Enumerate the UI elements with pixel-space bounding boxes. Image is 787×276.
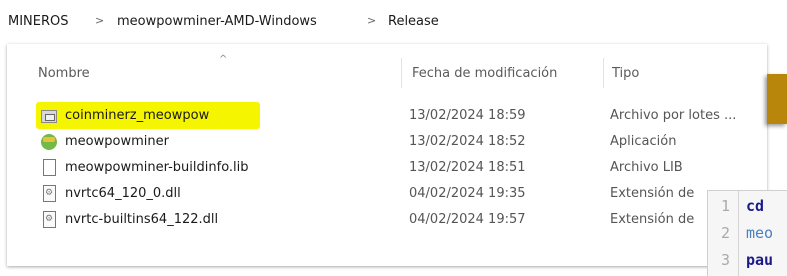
breadcrumb-item-meowpowminer[interactable]: meowpowminer-AMD-Windows	[117, 14, 317, 29]
chevron-right-icon: >	[367, 14, 377, 27]
line-number: 2	[720, 224, 730, 242]
line-number: 3	[720, 251, 730, 269]
chevron-right-icon: >	[95, 14, 105, 27]
column-header-name[interactable]: Nombre	[38, 66, 90, 81]
application-icon	[41, 134, 57, 150]
file-row[interactable]: meowpowminer 13/02/2024 18:52 Aplicación	[7, 131, 767, 153]
file-date: 13/02/2024 18:52	[409, 134, 526, 149]
breadcrumb-item-release[interactable]: Release	[388, 14, 439, 29]
dll-file-icon	[43, 185, 56, 202]
file-name: nvrtc-builtins64_122.dll	[65, 212, 219, 227]
sort-ascending-icon: ^	[219, 54, 228, 65]
overlay-square	[767, 74, 787, 124]
file-row[interactable]: nvrtc64_120_0.dll 04/02/2024 19:35 Exten…	[7, 183, 767, 205]
file-type: Extensión de	[610, 186, 695, 201]
file-date: 13/02/2024 18:51	[409, 160, 526, 175]
file-row[interactable]: coinminerz_meowpow 13/02/2024 18:59 Arch…	[7, 105, 767, 127]
file-type: Archivo LIB	[610, 160, 683, 175]
file-icon	[43, 159, 56, 176]
code-editor[interactable]: 1 cd 2 meo 3 pau	[707, 190, 787, 276]
file-name: meowpowminer	[65, 134, 169, 149]
gutter-divider	[738, 191, 739, 276]
file-date: 04/02/2024 19:57	[409, 212, 526, 227]
file-row[interactable]: meowpowminer-buildinfo.lib 13/02/2024 18…	[7, 157, 767, 179]
file-date: 04/02/2024 19:35	[409, 186, 526, 201]
file-type: Archivo por lotes ...	[610, 108, 737, 123]
column-divider[interactable]	[603, 58, 604, 88]
column-header-type[interactable]: Tipo	[612, 66, 639, 81]
file-type: Extensión de	[610, 212, 695, 227]
dll-file-icon	[43, 211, 56, 228]
file-date: 13/02/2024 18:59	[409, 108, 526, 123]
batch-file-icon	[41, 110, 57, 123]
code-line[interactable]: meo	[746, 224, 773, 242]
column-header-date[interactable]: Fecha de modificación	[412, 66, 557, 81]
file-list-panel: ^ Nombre Fecha de modificación Tipo coin…	[7, 44, 767, 266]
breadcrumb-item-mineros[interactable]: MINEROS	[8, 14, 69, 29]
file-name: meowpowminer-buildinfo.lib	[65, 160, 249, 175]
code-line[interactable]: cd	[746, 197, 764, 215]
file-name: nvrtc64_120_0.dll	[65, 186, 181, 201]
line-number: 1	[720, 197, 730, 215]
file-name: coinminerz_meowpow	[65, 108, 210, 123]
file-type: Aplicación	[610, 134, 677, 149]
code-line[interactable]: pau	[746, 251, 773, 269]
column-divider[interactable]	[401, 58, 402, 88]
file-row[interactable]: nvrtc-builtins64_122.dll 04/02/2024 19:5…	[7, 209, 767, 231]
breadcrumb: MINEROS > meowpowminer-AMD-Windows > Rel…	[0, 0, 787, 40]
